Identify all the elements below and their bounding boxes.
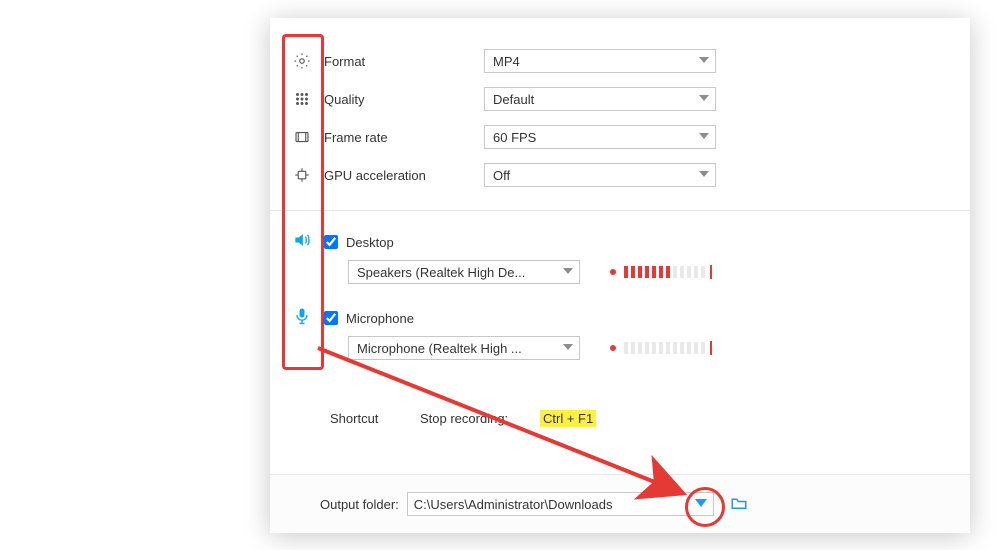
chevron-down-icon: [563, 268, 573, 274]
chevron-down-icon: [699, 95, 709, 101]
gpu-dropdown[interactable]: Off: [484, 163, 716, 187]
format-value: MP4: [493, 54, 520, 69]
gpu-value: Off: [493, 168, 510, 183]
framerate-dropdown[interactable]: 60 FPS: [484, 125, 716, 149]
quality-value: Default: [493, 92, 534, 107]
output-folder-label: Output folder:: [320, 497, 399, 512]
output-folder-bar: Output folder: C:\Users\Administrator\Do…: [270, 474, 970, 533]
mic-checkbox[interactable]: [324, 311, 338, 325]
mic-label: Microphone: [346, 311, 414, 326]
framerate-film-icon: [286, 128, 318, 146]
desktop-device-dropdown[interactable]: Speakers (Realtek High De...: [348, 260, 580, 284]
microphone-icon: [286, 306, 318, 326]
gpu-row: GPU acceleration Off: [286, 156, 950, 194]
section-divider: [270, 210, 970, 211]
chevron-down-icon: [699, 57, 709, 63]
mic-audio-row: Microphone Microphone (Realtek High ...: [286, 306, 950, 378]
framerate-row: Frame rate 60 FPS: [286, 118, 950, 156]
desktop-label: Desktop: [346, 235, 394, 250]
mic-device-value: Microphone (Realtek High ...: [357, 341, 522, 356]
desktop-audio-row: Desktop Speakers (Realtek High De...: [286, 230, 950, 302]
chevron-down-icon: [699, 133, 709, 139]
chevron-down-icon: [563, 344, 573, 350]
quality-label: Quality: [318, 92, 484, 107]
gpu-chip-icon: [286, 166, 318, 184]
quality-dropdown[interactable]: Default: [484, 87, 716, 111]
open-folder-button[interactable]: [728, 494, 750, 515]
framerate-label: Frame rate: [318, 130, 484, 145]
chevron-down-icon[interactable]: [695, 499, 707, 507]
shortcut-action: Stop recording:: [420, 411, 540, 426]
quality-row: Quality Default: [286, 80, 950, 118]
gpu-label: GPU acceleration: [318, 168, 484, 183]
desktop-checkbox[interactable]: [324, 235, 338, 249]
mic-level-meter: [610, 341, 712, 355]
desktop-level-meter: [610, 265, 712, 279]
framerate-value: 60 FPS: [493, 130, 536, 145]
output-folder-field[interactable]: C:\Users\Administrator\Downloads: [407, 492, 714, 516]
settings-panel: Format MP4 Quality Default: [270, 18, 970, 533]
desktop-device-value: Speakers (Realtek High De...: [357, 265, 525, 280]
quality-dots-icon: [286, 90, 318, 108]
mic-device-dropdown[interactable]: Microphone (Realtek High ...: [348, 336, 580, 360]
format-gear-icon: [286, 52, 318, 70]
shortcut-row: Shortcut Stop recording: Ctrl + F1: [330, 410, 596, 427]
speaker-icon: [286, 230, 318, 250]
format-row: Format MP4: [286, 42, 950, 80]
shortcut-hotkey[interactable]: Ctrl + F1: [540, 410, 596, 427]
format-dropdown[interactable]: MP4: [484, 49, 716, 73]
format-label: Format: [318, 54, 484, 69]
chevron-down-icon: [699, 171, 709, 177]
output-folder-path: C:\Users\Administrator\Downloads: [414, 497, 613, 512]
shortcut-label: Shortcut: [330, 411, 420, 426]
